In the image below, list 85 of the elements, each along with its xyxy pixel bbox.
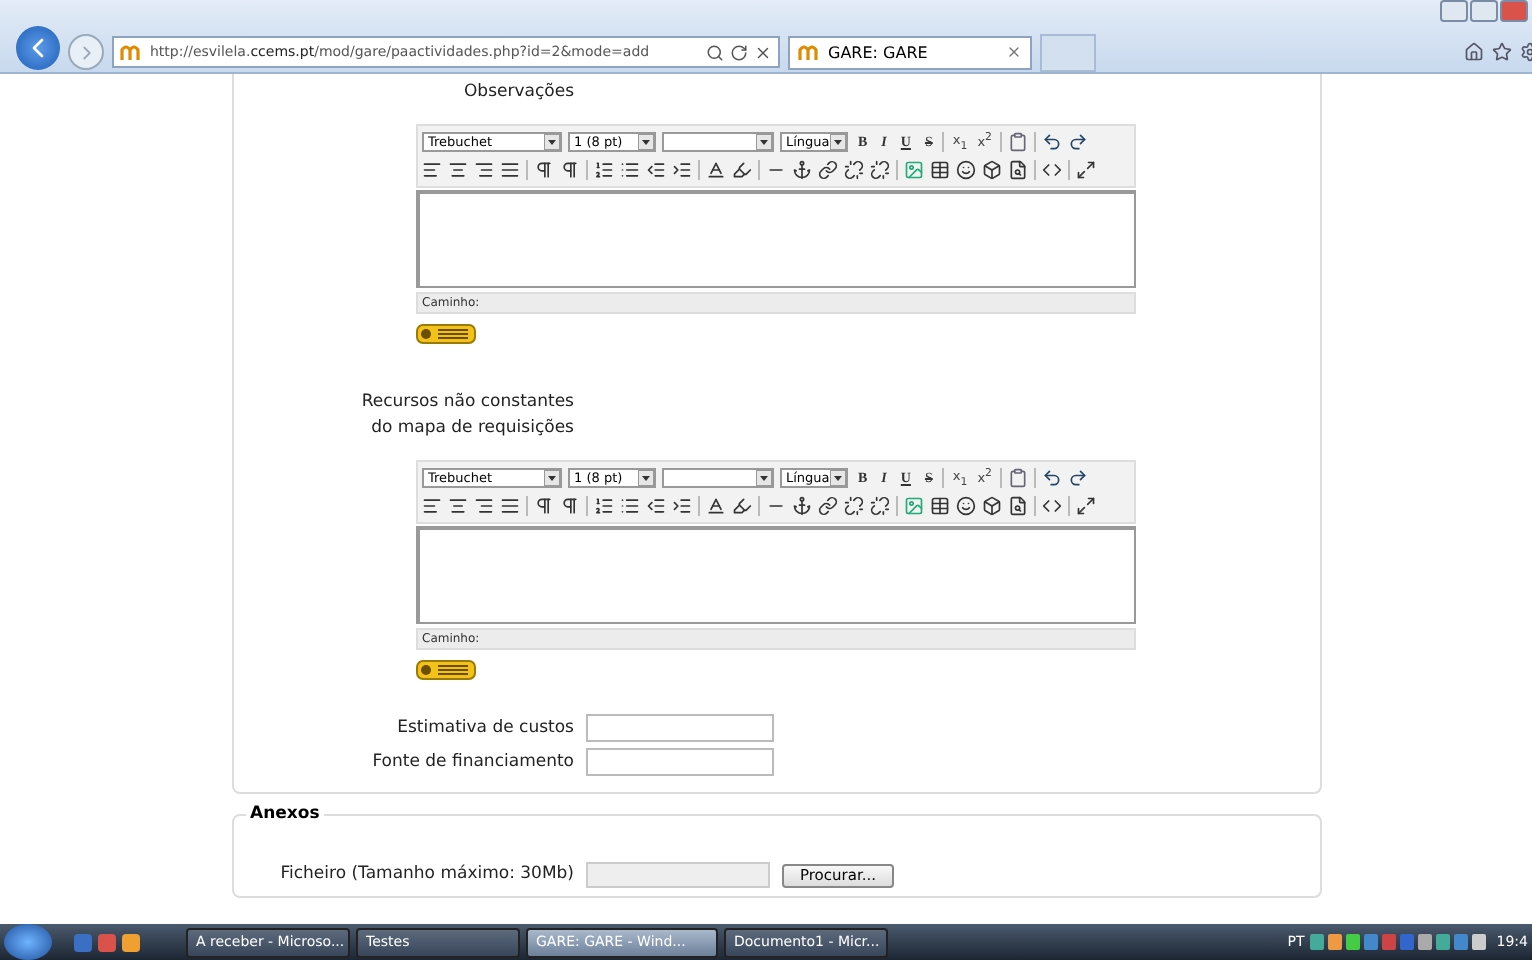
browser-tab[interactable]: GARE: GARE — [788, 35, 1032, 69]
search-icon[interactable] — [706, 43, 724, 61]
undo-icon[interactable] — [1042, 132, 1062, 152]
input-field[interactable] — [586, 714, 774, 742]
paste-icon[interactable] — [1008, 468, 1028, 488]
outdent-icon[interactable] — [646, 496, 666, 516]
text-editor-area[interactable] — [416, 526, 1136, 624]
bullet-list-icon[interactable] — [620, 496, 640, 516]
numbered-list-icon[interactable] — [594, 160, 614, 180]
section-legend: Anexos — [246, 804, 324, 824]
maximize-button[interactable] — [1470, 0, 1498, 22]
refresh-icon[interactable] — [730, 43, 748, 61]
dropdown-caret-icon[interactable] — [756, 470, 772, 486]
text-color-icon[interactable] — [706, 160, 726, 180]
field-label: Recursos não constantes — [361, 390, 574, 416]
align-center-icon[interactable] — [448, 160, 468, 180]
smiley-icon[interactable] — [956, 496, 976, 516]
smiley-icon[interactable] — [956, 160, 976, 180]
box-icon[interactable] — [982, 496, 1002, 516]
code-icon[interactable] — [1042, 496, 1062, 516]
align-justify-icon[interactable] — [500, 496, 520, 516]
bullet-list-icon[interactable] — [620, 160, 640, 180]
help-icon[interactable] — [416, 660, 476, 680]
dropdown-caret-icon[interactable] — [830, 134, 846, 150]
code-icon[interactable] — [1042, 160, 1062, 180]
pilcrow-icon[interactable] — [534, 160, 554, 180]
file-search-icon[interactable] — [1008, 496, 1028, 516]
box-icon[interactable] — [982, 160, 1002, 180]
table-icon[interactable] — [930, 496, 950, 516]
align-right-icon[interactable] — [474, 496, 494, 516]
redo-icon[interactable] — [1068, 468, 1088, 488]
dropdown-caret-icon[interactable] — [638, 134, 654, 150]
start-button[interactable] — [4, 924, 52, 960]
link-icon[interactable] — [818, 496, 838, 516]
dropdown-caret-icon[interactable] — [638, 470, 654, 486]
pilcrow-icon[interactable] — [560, 496, 580, 516]
field-label: Fonte de financiamento — [372, 749, 574, 775]
align-left-icon[interactable] — [422, 160, 442, 180]
pilcrow-icon[interactable] — [560, 160, 580, 180]
star-icon[interactable] — [1492, 42, 1512, 62]
field-label: Ficheiro (Tamanho máximo: 30Mb) — [280, 862, 574, 888]
align-center-icon[interactable] — [448, 496, 468, 516]
pilcrow-icon[interactable] — [534, 496, 554, 516]
maximize-icon[interactable] — [1076, 160, 1096, 180]
field-label: do mapa de requisições — [371, 416, 574, 442]
close-tab-icon[interactable] — [1006, 44, 1022, 60]
redo-icon[interactable] — [1068, 132, 1088, 152]
anchor-icon[interactable] — [792, 160, 812, 180]
dropdown-caret-icon[interactable] — [544, 470, 560, 486]
site-logo-icon — [798, 43, 822, 61]
highlighter-icon[interactable] — [732, 496, 752, 516]
highlighter-icon[interactable] — [732, 160, 752, 180]
link-icon[interactable] — [818, 160, 838, 180]
align-right-icon[interactable] — [474, 160, 494, 180]
indent-icon[interactable] — [672, 160, 692, 180]
indent-icon[interactable] — [672, 496, 692, 516]
outdent-icon[interactable] — [646, 160, 666, 180]
anchor-icon[interactable] — [792, 496, 812, 516]
unlink-icon[interactable] — [844, 496, 864, 516]
text-editor-area[interactable] — [416, 190, 1136, 288]
stop-icon[interactable] — [754, 43, 772, 61]
field-label: Observações — [463, 80, 574, 106]
dropdown-caret-icon[interactable] — [756, 134, 772, 150]
tray-icons-drawing[interactable] — [1310, 932, 1491, 952]
minimize-button[interactable] — [1440, 0, 1468, 22]
align-justify-icon[interactable] — [500, 160, 520, 180]
undo-icon[interactable] — [1042, 468, 1062, 488]
align-left-icon[interactable] — [422, 496, 442, 516]
text-color-icon[interactable] — [706, 496, 726, 516]
dropdown-caret-icon[interactable] — [544, 134, 560, 150]
home-icon[interactable] — [1464, 42, 1484, 62]
help-icon[interactable] — [416, 324, 476, 344]
dropdown-caret-icon[interactable] — [830, 470, 846, 486]
file-search-icon[interactable] — [1008, 160, 1028, 180]
unlink-icon[interactable] — [844, 160, 864, 180]
unlink-icon[interactable] — [870, 160, 890, 180]
maximize-icon[interactable] — [1076, 496, 1096, 516]
input-field[interactable] — [586, 748, 774, 776]
numbered-list-icon[interactable] — [594, 496, 614, 516]
unlink-icon[interactable] — [870, 496, 890, 516]
table-icon[interactable] — [930, 160, 950, 180]
site-logo-icon — [120, 43, 144, 61]
field-label: Estimativa de custos — [397, 715, 574, 741]
file-input-field[interactable] — [586, 862, 770, 888]
paste-icon[interactable] — [1008, 132, 1028, 152]
